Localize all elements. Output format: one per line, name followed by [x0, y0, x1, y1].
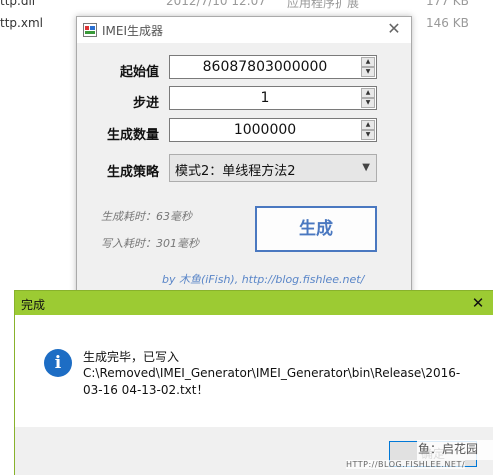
- strategy-label: 生成策略: [106, 165, 159, 180]
- generator-title: IMEI生成器: [102, 24, 164, 38]
- chevron-down-icon: ▼: [362, 162, 370, 173]
- file-size: 146 KB: [426, 16, 469, 30]
- file-date: 2012/7/10 12:07: [166, 0, 266, 8]
- spin-up-icon[interactable]: ▲: [361, 120, 375, 130]
- count-field[interactable]: 1000000: [170, 119, 360, 141]
- spin-up-icon[interactable]: ▲: [361, 88, 375, 98]
- strategy-selected-value: 模式2：单线程方法2: [175, 164, 296, 179]
- message-title: 完成: [21, 298, 46, 312]
- message-text-line1: 生成完毕，已写入: [83, 350, 180, 364]
- generator-titlebar[interactable]: IMEI生成器 ✕: [77, 17, 411, 43]
- spin-down-icon[interactable]: ▼: [361, 130, 375, 140]
- file-name: ttp.dll: [0, 0, 36, 8]
- close-icon[interactable]: ✕: [467, 292, 489, 314]
- imei-app-icon: [83, 23, 97, 37]
- count-stepper[interactable]: 1000000 ▲ ▼: [169, 118, 377, 142]
- strategy-select[interactable]: 模式2：单线程方法2 ▼: [169, 154, 377, 182]
- step-field[interactable]: 1: [170, 87, 360, 109]
- step-label: 步进: [132, 96, 159, 111]
- count-spinner: ▲ ▼: [361, 120, 375, 140]
- start-value-label: 起始值: [119, 65, 159, 80]
- spin-up-icon[interactable]: ▲: [361, 57, 375, 67]
- step-stepper[interactable]: 1 ▲ ▼: [169, 86, 377, 110]
- generation-time-text: 生成耗时：63毫秒: [101, 210, 192, 223]
- close-icon[interactable]: ✕: [377, 17, 411, 43]
- start-value-stepper[interactable]: 86087803000000 ▲ ▼: [169, 55, 377, 79]
- info-icon: i: [44, 349, 72, 377]
- spin-down-icon[interactable]: ▼: [361, 67, 375, 77]
- generate-button[interactable]: 生成: [255, 206, 377, 252]
- start-value-spinner: ▲ ▼: [361, 57, 375, 77]
- author-credit-link[interactable]: by 木鱼(iFish), http://blog.fishlee.net/: [162, 271, 364, 287]
- message-text-path: C:\Removed\IMEI_Generator\IMEI_Generator…: [83, 366, 461, 397]
- step-spinner: ▲ ▼: [361, 88, 375, 108]
- count-label: 生成数量: [106, 128, 159, 143]
- file-name: ttp.xml: [0, 16, 43, 30]
- watermark-text: 鱼：启花园: [418, 442, 479, 456]
- file-size: 177 KB: [426, 0, 469, 8]
- file-type: 应用程序扩展: [287, 0, 360, 10]
- message-titlebar[interactable]: 完成 ✕: [15, 291, 493, 315]
- start-value-field[interactable]: 86087803000000: [170, 56, 360, 78]
- watermark-url: HTTP://BLOG.FISHLEE.NET/: [346, 460, 466, 469]
- imei-generator-window: IMEI生成器 ✕ 起始值 86087803000000 ▲ ▼ 步进 1 ▲ …: [76, 16, 412, 306]
- spin-down-icon[interactable]: ▼: [361, 98, 375, 108]
- write-time-text: 写入耗时：301毫秒: [101, 237, 199, 250]
